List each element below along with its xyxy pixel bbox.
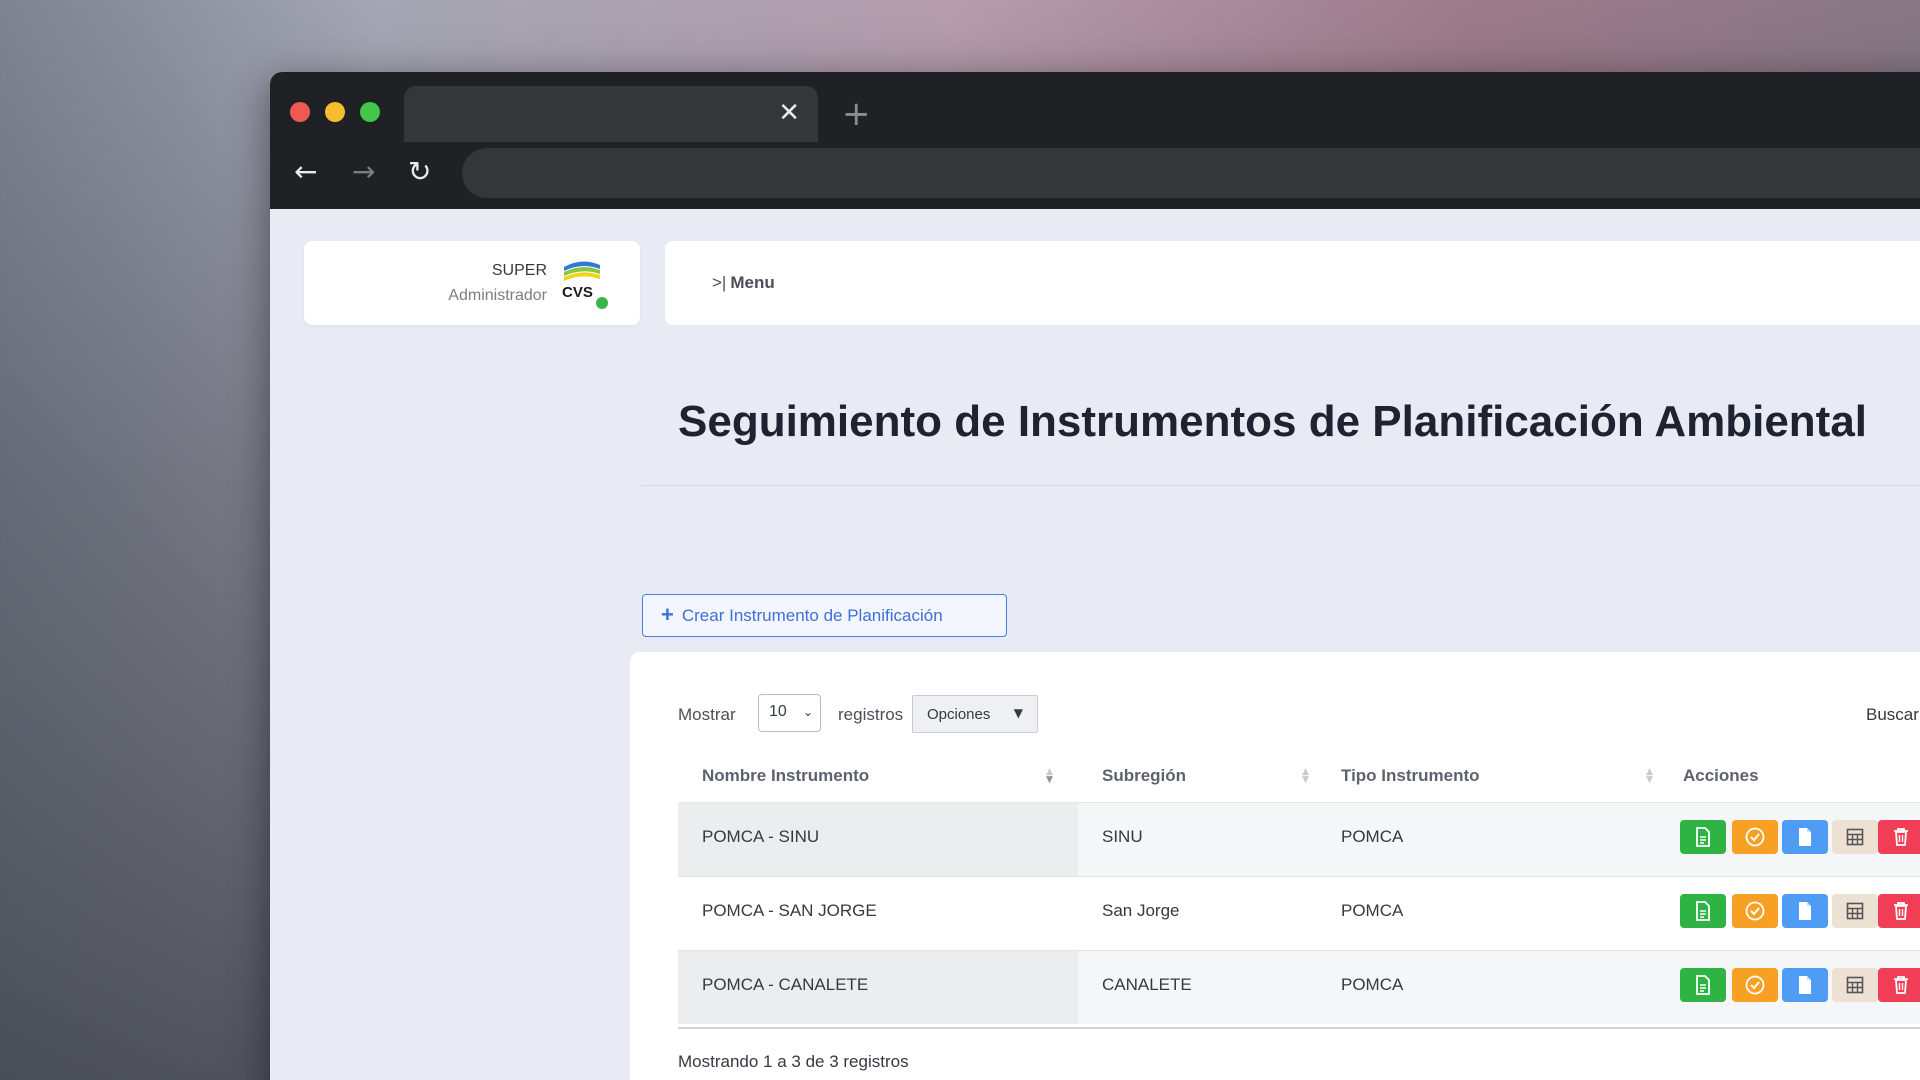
online-status-dot <box>596 297 608 309</box>
document-icon <box>1696 827 1710 847</box>
page-title: Seguimiento de Instrumentos de Planifica… <box>678 397 1868 446</box>
trash-icon <box>1894 976 1908 994</box>
check-circle-icon <box>1745 901 1765 921</box>
cvs-logo: CVS <box>562 261 600 301</box>
browser-tab[interactable]: ✕ <box>404 86 818 142</box>
calculator-icon <box>1846 976 1864 994</box>
records-label: registros <box>838 705 904 724</box>
page-length-value: 10 <box>769 703 787 720</box>
chevron-down-icon: ⌄ <box>802 705 813 719</box>
browser-window: ✕ + ← → ↻ SUPER Administrador CVS >| Menu… <box>270 72 1920 1080</box>
column-header-acciones: Acciones <box>1683 766 1759 785</box>
column-header-nombre[interactable]: Nombre Instrumento <box>702 766 869 786</box>
page-content: SUPER Administrador CVS >| Menu Seguimien… <box>270 209 1920 1080</box>
table-bottom-border <box>678 1027 1920 1029</box>
new-tab-button[interactable]: + <box>842 96 871 132</box>
cell-nombre: POMCA - SAN JORGE <box>702 901 877 920</box>
menu-label: Menu <box>730 273 775 292</box>
instruments-table-card: Mostrar 10 ⌄ registros Opciones ▼ Buscar… <box>630 652 1920 1080</box>
address-bar[interactable] <box>462 148 1920 198</box>
document-icon <box>1696 975 1710 995</box>
calculator-button[interactable] <box>1832 968 1878 1002</box>
trash-icon <box>1894 828 1908 846</box>
calculator-button[interactable] <box>1832 820 1878 854</box>
file-button[interactable] <box>1782 820 1828 854</box>
check-circle-icon <box>1745 975 1765 995</box>
title-divider <box>642 485 1920 486</box>
cell-nombre: POMCA - SINU <box>702 827 820 846</box>
user-subtitle: Administrador <box>448 287 547 304</box>
check-circle-icon <box>1745 827 1765 847</box>
view-document-button[interactable] <box>1680 820 1726 854</box>
close-window-button[interactable] <box>290 102 310 122</box>
file-button[interactable] <box>1782 968 1828 1002</box>
page-length-select[interactable]: 10 ⌄ <box>758 694 821 732</box>
back-arrow-icon[interactable]: ← <box>294 156 317 188</box>
menu-toggle-button[interactable]: >| Menu <box>712 273 775 293</box>
create-instrument-button[interactable]: + Crear Instrumento de Planificación <box>642 594 1007 637</box>
user-role: SUPER <box>491 262 547 279</box>
delete-button[interactable] <box>1878 968 1920 1002</box>
file-icon <box>1799 828 1811 846</box>
sort-icon[interactable]: ▲ ▼ <box>1302 768 1309 785</box>
user-card[interactable]: SUPER Administrador CVS <box>304 241 640 325</box>
cell-subregion: CANALETE <box>1102 975 1192 994</box>
approve-button[interactable] <box>1732 894 1778 928</box>
svg-text:CVS: CVS <box>562 284 593 301</box>
cell-subregion: San Jorge <box>1102 901 1180 920</box>
column-header-subregion[interactable]: Subregión <box>1102 766 1186 786</box>
sort-icon[interactable]: ▲ ▼ <box>1646 768 1653 785</box>
cell-tipo: POMCA <box>1341 827 1404 846</box>
view-document-button[interactable] <box>1680 894 1726 928</box>
cell-nombre: POMCA - CANALETE <box>702 975 869 994</box>
cell-tipo: POMCA <box>1341 901 1404 920</box>
trash-icon <box>1894 902 1908 920</box>
calculator-icon <box>1846 828 1864 846</box>
table-row: POMCA - CANALETE CANALETE POMCA <box>678 950 1920 1024</box>
caret-down-icon: ▼ <box>1013 706 1023 720</box>
table-info: Mostrando 1 a 3 de 3 registros <box>678 1052 909 1071</box>
table-header: Nombre Instrumento ▲ ▼ Subregión ▲ ▼ Tipo … <box>678 752 1920 802</box>
delete-button[interactable] <box>1878 894 1920 928</box>
sidebar-toggle-icon: >| <box>712 273 727 292</box>
close-icon[interactable]: ✕ <box>778 98 800 128</box>
file-icon <box>1799 902 1811 920</box>
document-icon <box>1696 901 1710 921</box>
column-header-tipo[interactable]: Tipo Instrumento <box>1341 766 1480 786</box>
cell-tipo: POMCA <box>1341 975 1404 994</box>
maximize-window-button[interactable] <box>360 102 380 122</box>
top-menu-bar: >| Menu <box>665 241 1920 325</box>
browser-titlebar: ✕ + ← → ↻ <box>270 72 1920 209</box>
options-label: Opciones <box>927 706 991 723</box>
file-icon <box>1799 976 1811 994</box>
options-dropdown-button[interactable]: Opciones ▼ <box>912 695 1038 733</box>
calculator-icon <box>1846 902 1864 920</box>
reload-icon[interactable]: ↻ <box>408 156 431 188</box>
plus-icon: + <box>661 602 674 627</box>
calculator-button[interactable] <box>1832 894 1878 928</box>
sort-icon[interactable]: ▲ ▼ <box>1046 768 1053 785</box>
delete-button[interactable] <box>1878 820 1920 854</box>
table-row: POMCA - SINU SINU POMCA <box>678 802 1920 876</box>
approve-button[interactable] <box>1732 820 1778 854</box>
approve-button[interactable] <box>1732 968 1778 1002</box>
view-document-button[interactable] <box>1680 968 1726 1002</box>
show-label: Mostrar <box>678 705 736 724</box>
forward-arrow-icon[interactable]: → <box>352 156 375 188</box>
cell-subregion: SINU <box>1102 827 1143 846</box>
table-row: POMCA - SAN JORGE San Jorge POMCA <box>678 876 1920 950</box>
create-instrument-label: Crear Instrumento de Planificación <box>681 606 943 625</box>
file-button[interactable] <box>1782 894 1828 928</box>
search-label: Buscar: <box>1866 705 1920 724</box>
minimize-window-button[interactable] <box>325 102 345 122</box>
